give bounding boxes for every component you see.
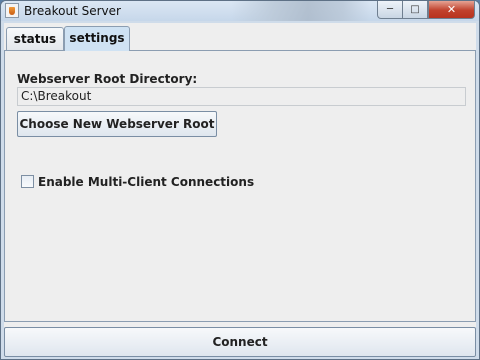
- choose-webserver-root-button[interactable]: Choose New Webserver Root: [17, 111, 217, 137]
- window-title: Breakout Server: [24, 4, 121, 18]
- maximize-icon: □: [410, 4, 420, 15]
- title-bar[interactable]: Breakout Server ─ □ ✕: [1, 1, 479, 21]
- settings-panel-content: Webserver Root Directory: C:\Breakout Ch…: [7, 53, 473, 319]
- maximize-button[interactable]: □: [403, 1, 428, 19]
- webserver-root-field: C:\Breakout: [17, 87, 466, 106]
- close-icon: ✕: [446, 3, 457, 16]
- close-button[interactable]: ✕: [428, 1, 475, 19]
- title-bar-background: [231, 1, 371, 21]
- tab-strip: status settings: [4, 26, 476, 51]
- minimize-button[interactable]: ─: [377, 1, 403, 19]
- java-coffee-cup-icon[interactable]: [5, 3, 19, 18]
- settings-panel: Webserver Root Directory: C:\Breakout Ch…: [4, 50, 476, 322]
- webserver-root-label: Webserver Root Directory:: [17, 72, 198, 86]
- client-area: status settings Webserver Root Directory…: [4, 23, 476, 357]
- tab-status[interactable]: status: [6, 27, 64, 50]
- multi-client-checkbox[interactable]: [21, 175, 34, 188]
- minimize-icon: ─: [386, 4, 394, 15]
- tab-settings[interactable]: settings: [64, 26, 130, 51]
- app-window: Breakout Server ─ □ ✕ status settings We…: [0, 0, 480, 360]
- connect-button[interactable]: Connect: [4, 327, 476, 357]
- multi-client-label[interactable]: Enable Multi-Client Connections: [38, 173, 254, 191]
